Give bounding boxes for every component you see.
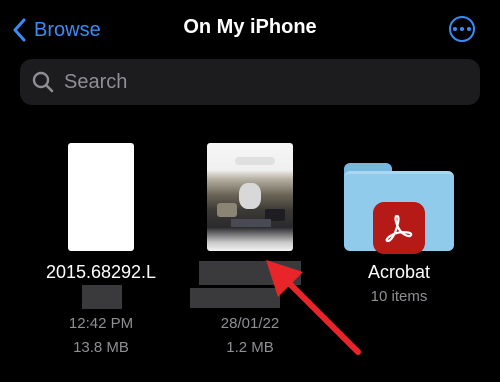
annotation-arrow-icon	[266, 260, 361, 355]
